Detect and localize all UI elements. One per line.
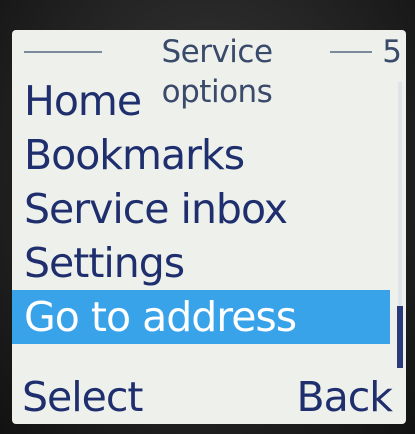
select-softkey[interactable]: Select: [22, 370, 143, 424]
menu-item-bookmarks[interactable]: Bookmarks: [12, 128, 390, 182]
header-divider-left: [24, 51, 102, 53]
back-softkey[interactable]: Back: [296, 370, 393, 424]
header-divider-right: [330, 51, 372, 53]
menu-item-settings[interactable]: Settings: [12, 236, 390, 290]
menu-item-home[interactable]: Home: [12, 74, 390, 128]
softkey-bar: Select Back: [12, 370, 406, 424]
scrollbar-thumb[interactable]: [397, 306, 403, 368]
phone-screen: Service options 5 Home Bookmarks Service…: [12, 30, 406, 424]
menu-item-go-to-address[interactable]: Go to address: [12, 290, 390, 344]
page-indicator: 5: [382, 34, 402, 70]
menu-item-service-inbox[interactable]: Service inbox: [12, 182, 390, 236]
screen-header: Service options 5: [12, 30, 406, 110]
